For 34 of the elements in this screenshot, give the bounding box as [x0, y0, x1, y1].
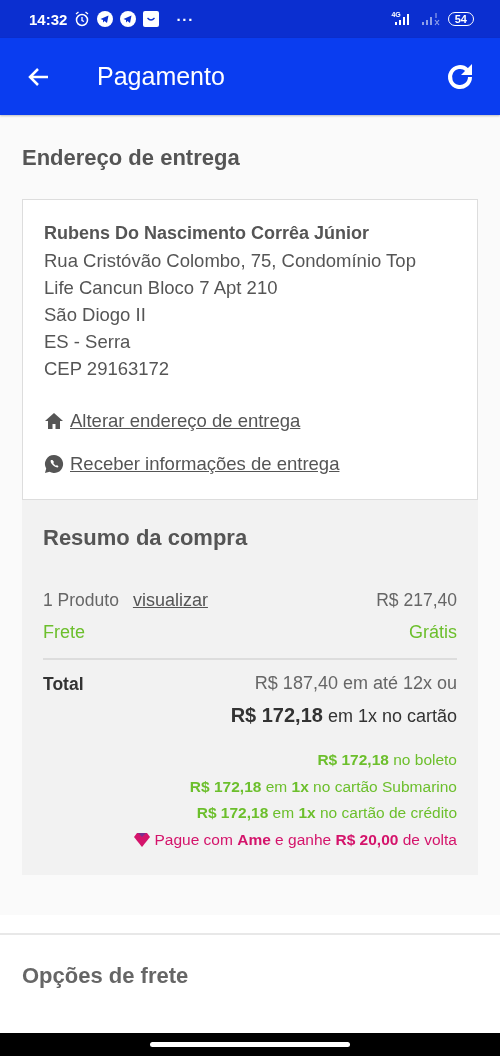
card-price: R$ 172,18 em 1x no cartão [229, 703, 457, 728]
product-count: 1 Produto [43, 589, 119, 612]
payment-offer: R$ 172,18 em 1x no cartão Submarino [189, 776, 457, 797]
shipping-value: Grátis [409, 621, 457, 644]
link[interactable]: Alterar endereço de entrega [70, 408, 301, 434]
home-icon [44, 411, 64, 431]
more-indicator: ··· [176, 10, 195, 28]
paper-plane-icon [120, 11, 137, 27]
view-link[interactable]: visualizar [132, 584, 208, 616]
screen-title: Pagamento [97, 62, 226, 91]
clock-time: 14:32 [29, 10, 68, 28]
signal-icon [420, 12, 441, 26]
address-line: ES - Serra [44, 330, 132, 354]
address-line: São Diogo II [44, 303, 147, 327]
alarm-icon [74, 11, 91, 27]
product-price: R$ 217,40 [376, 589, 457, 612]
summary-title: Resumo da compra [43, 524, 249, 552]
address-line: CEP 29163172 [44, 357, 171, 381]
section-heading: Opções de frete [22, 962, 190, 990]
address-line: Rua Cristóvão Colombo, 75, Condomínio Top [44, 249, 417, 273]
address-line: Life Cancun Bloco 7 Apt 210 [44, 276, 279, 300]
paper-plane-icon [97, 11, 114, 27]
smile-box-icon [143, 11, 160, 27]
recipient-name: Rubens Do Nascimento Corrêa Júnior [44, 222, 371, 245]
payment-offer: Pague com Ame e ganhe R$ 20,00 de volta [154, 829, 457, 850]
total-label: Total [43, 673, 84, 696]
gem-icon [133, 831, 152, 848]
installment-price: R$ 187,40 em até 12x ou [253, 672, 457, 695]
payment-offer: R$ 172,18 em 1x no cartão de crédito [196, 803, 457, 823]
payment-offer: R$ 172,18 no boleto [317, 750, 457, 770]
shipping-label: Frete [43, 621, 85, 644]
chat-bubble-icon [44, 454, 64, 474]
link[interactable]: Receber informações de entrega [70, 451, 340, 477]
section-heading: Endereço de entrega [22, 144, 241, 172]
